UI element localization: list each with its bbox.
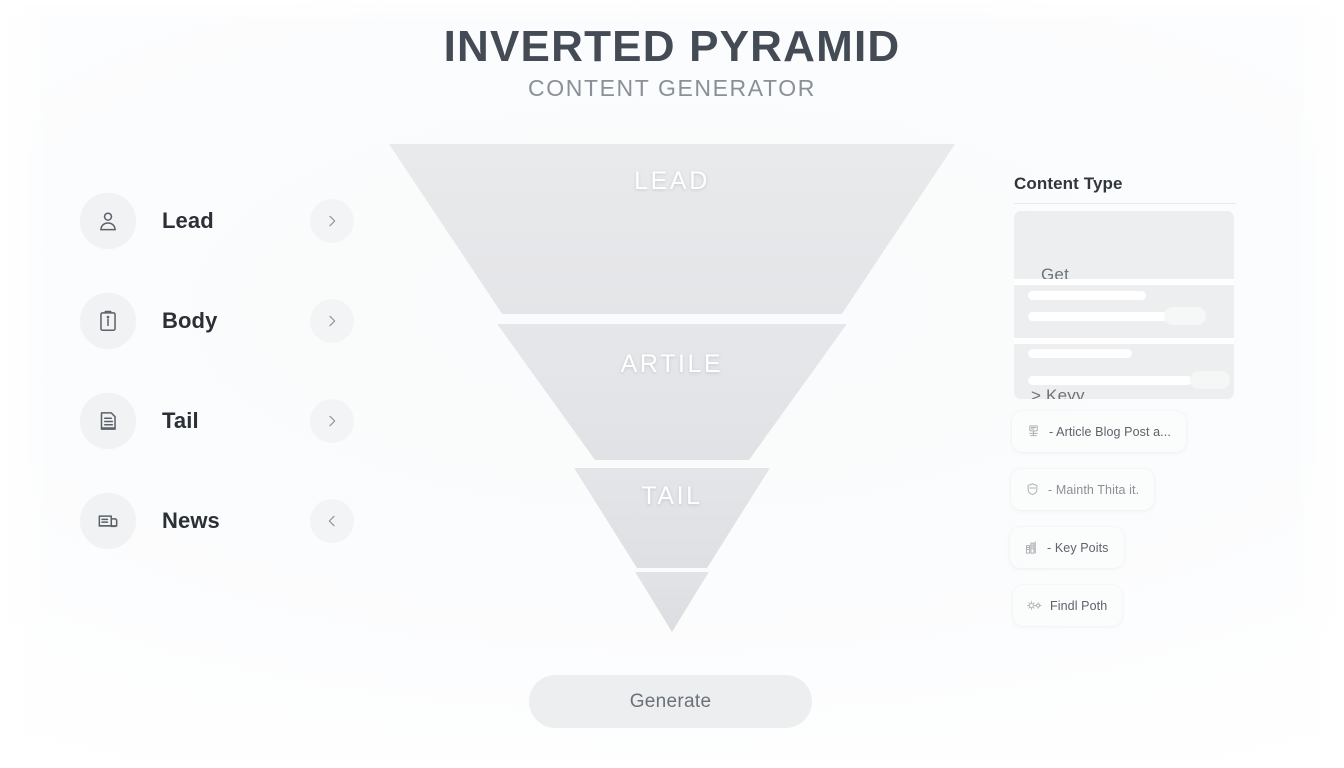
article-icon	[1025, 423, 1042, 440]
gears-icon	[1026, 597, 1043, 614]
chevron-left-icon[interactable]	[310, 499, 354, 543]
preview-secondary-text: > Keyy	[1031, 386, 1085, 399]
content-preview-card[interactable]: Get > Keyy	[1014, 211, 1234, 399]
skeleton-bar	[1164, 307, 1206, 325]
chip-label: - Mainth Thita it.	[1048, 482, 1140, 497]
panel-divider	[1014, 203, 1236, 204]
page-subtitle: CONTENT GENERATOR	[528, 75, 816, 102]
chevron-right-icon[interactable]	[310, 299, 354, 343]
skeleton-bar	[1028, 349, 1132, 358]
nav-item-label: News	[162, 508, 220, 533]
newspaper-icon	[80, 493, 136, 549]
nav-item-news[interactable]: News	[80, 490, 354, 552]
generate-button[interactable]: Generate	[529, 675, 812, 728]
nav-item-tail[interactable]: Tail	[80, 390, 354, 452]
inverted-pyramid-funnel: LEAD ARTILE TAIL	[389, 144, 955, 632]
skeleton-bar	[1028, 376, 1192, 385]
content-type-chip-find-path[interactable]: Findl Poth	[1013, 585, 1123, 626]
app-canvas: INVERTED PYRAMID CONTENT GENERATOR Lead	[0, 0, 1344, 768]
chevron-right-icon[interactable]	[310, 199, 354, 243]
panel-title: Content Type	[1014, 174, 1123, 193]
content-type-chip-mainth[interactable]: - Mainth Thita it.	[1011, 469, 1155, 510]
skeleton-bar	[1190, 371, 1230, 389]
shield-icon	[1024, 481, 1041, 498]
content-type-panel: Content Type Get > Keyy - Article Blog P…	[1010, 174, 1236, 643]
funnel-segment-article[interactable]: ARTILE	[497, 324, 847, 460]
nav-item-body[interactable]: Body	[80, 290, 354, 352]
funnel-segment-label: LEAD	[634, 166, 710, 195]
funnel-segment-label: TAIL	[641, 481, 703, 510]
chip-label: Findl Poth	[1050, 598, 1108, 613]
content-type-chip-article[interactable]: - Article Blog Post a...	[1012, 411, 1186, 452]
preview-separator	[1014, 338, 1234, 344]
funnel-segment-tip[interactable]	[635, 572, 709, 632]
chip-label: - Key Poits	[1047, 540, 1109, 555]
chevron-right-icon[interactable]	[310, 399, 354, 443]
page-title: INVERTED PYRAMID	[443, 22, 901, 71]
preview-separator	[1014, 279, 1234, 285]
person-icon	[80, 193, 136, 249]
funnel-segment-label: ARTILE	[620, 349, 724, 378]
chip-label: - Article Blog Post a...	[1049, 424, 1171, 439]
section-nav-list: Lead Body Tail News	[80, 190, 354, 552]
chart-bars-icon	[1023, 539, 1040, 556]
skeleton-bar	[1028, 291, 1146, 300]
page-header: INVERTED PYRAMID CONTENT GENERATOR	[0, 22, 1344, 102]
clipboard-info-icon	[80, 293, 136, 349]
funnel-segment-lead[interactable]: LEAD	[389, 144, 955, 314]
nav-item-label: Lead	[162, 208, 214, 233]
content-type-chip-list: - Article Blog Post a... - Mainth Thita …	[1010, 411, 1236, 643]
nav-item-label: Body	[162, 308, 218, 333]
document-lines-icon	[80, 393, 136, 449]
nav-item-label: Tail	[162, 408, 199, 433]
content-type-chip-key-points[interactable]: - Key Poits	[1010, 527, 1124, 568]
funnel-segment-tail[interactable]: TAIL	[574, 468, 770, 568]
nav-item-lead[interactable]: Lead	[80, 190, 354, 252]
